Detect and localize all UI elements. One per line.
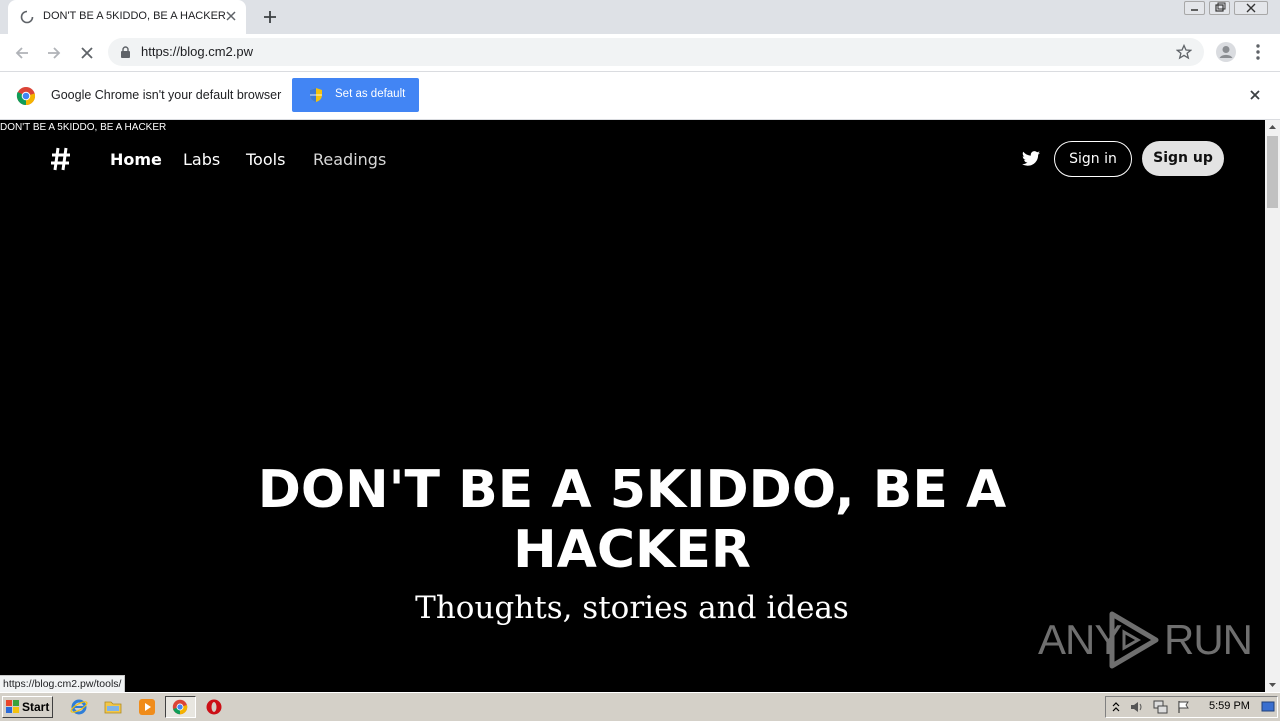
volume-icon[interactable]	[1129, 700, 1145, 714]
back-arrow-icon[interactable]	[11, 42, 33, 64]
browser-toolbar: https://blog.cm2.pw	[0, 34, 1280, 72]
vertical-scrollbar[interactable]	[1265, 120, 1280, 692]
windows-flag-icon	[6, 700, 20, 714]
tab-strip: DON'T BE A 5KIDDO, BE A HACKER	[0, 0, 1280, 34]
show-desktop-icon[interactable]	[1261, 701, 1275, 713]
minimize-window-icon[interactable]	[1184, 1, 1205, 15]
sign-in-button[interactable]: Sign in	[1054, 141, 1132, 177]
hero-title: DON'T BE A 5KIDDO, BE A HACKER	[257, 460, 1007, 580]
chrome-taskbar-icon	[172, 699, 188, 715]
start-button[interactable]: Start	[2, 696, 53, 718]
bookmark-star-icon[interactable]	[1176, 44, 1192, 60]
taskbar-clock[interactable]: 5:59 PM	[1209, 700, 1250, 712]
twitter-icon[interactable]	[1022, 151, 1040, 166]
browser-tab[interactable]: DON'T BE A 5KIDDO, BE A HACKER	[8, 0, 246, 34]
set-as-default-label: Set as default	[335, 88, 406, 100]
restore-window-icon[interactable]	[1209, 1, 1230, 15]
close-window-icon[interactable]	[1234, 1, 1268, 15]
network-icon[interactable]	[1153, 700, 1169, 714]
hero-subtitle: Thoughts, stories and ideas	[415, 590, 849, 626]
internet-explorer-icon[interactable]	[70, 698, 88, 716]
action-center-flag-icon[interactable]	[1177, 700, 1191, 714]
lock-icon[interactable]	[120, 46, 131, 58]
watermark-right-text: RUN	[1164, 616, 1253, 663]
stop-icon[interactable]	[76, 42, 98, 64]
nav-labs-link[interactable]: Labs	[183, 150, 220, 169]
scrollbar-thumb[interactable]	[1267, 136, 1278, 208]
taskbar-chrome-active[interactable]	[165, 696, 196, 718]
sign-up-button[interactable]: Sign up	[1142, 141, 1224, 176]
chrome-logo-icon	[16, 86, 36, 106]
windows-taskbar: Start 5:59 PM	[0, 692, 1280, 721]
broken-image-alt-text: DON'T BE A 5KIDDO, BE A HACKER	[0, 122, 167, 133]
scroll-up-arrow-icon[interactable]	[1265, 120, 1280, 134]
shield-icon	[309, 87, 323, 103]
set-as-default-button[interactable]: Set as default	[292, 78, 419, 112]
nav-readings-link[interactable]: Readings	[313, 150, 386, 169]
hash-logo-icon[interactable]	[50, 146, 72, 172]
forward-arrow-icon[interactable]	[43, 42, 65, 64]
loading-spinner-icon	[20, 10, 34, 24]
start-label: Start	[22, 700, 50, 714]
opera-icon[interactable]	[205, 698, 223, 716]
scroll-down-arrow-icon[interactable]	[1265, 678, 1280, 692]
address-bar[interactable]: https://blog.cm2.pw	[108, 38, 1204, 66]
web-page: DON'T BE A 5KIDDO, BE A HACKER Home Labs…	[0, 120, 1265, 692]
tray-expand-icon[interactable]	[1111, 700, 1121, 714]
infobar-close-icon[interactable]	[1248, 88, 1262, 102]
media-player-icon[interactable]	[138, 698, 156, 716]
play-triangle-icon	[1106, 610, 1162, 670]
tab-close-icon[interactable]	[223, 8, 239, 24]
new-tab-plus-icon[interactable]	[260, 7, 280, 27]
url-text[interactable]: https://blog.cm2.pw	[141, 44, 253, 59]
profile-icon[interactable]	[1215, 41, 1237, 63]
file-explorer-icon[interactable]	[104, 698, 122, 716]
system-tray: 5:59 PM	[1105, 696, 1278, 718]
menu-dots-icon[interactable]	[1252, 43, 1264, 61]
nav-home-link[interactable]: Home	[110, 150, 162, 169]
default-browser-infobar: Google Chrome isn't your default browser…	[0, 72, 1280, 120]
nav-tools-link[interactable]: Tools	[246, 150, 285, 169]
tab-title: DON'T BE A 5KIDDO, BE A HACKER	[43, 10, 226, 22]
infobar-message: Google Chrome isn't your default browser	[51, 88, 282, 102]
